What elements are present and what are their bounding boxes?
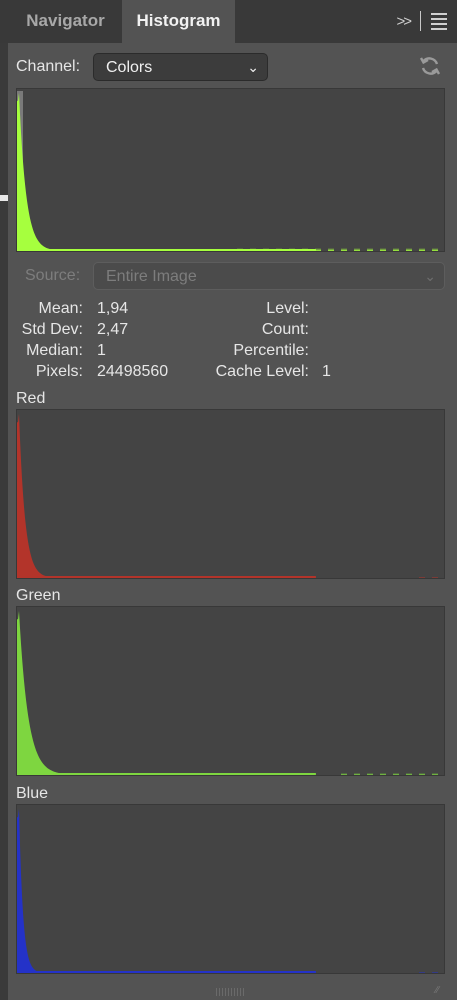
std-dev-label: Std Dev: bbox=[21, 321, 83, 338]
channel-label: Channel: bbox=[16, 58, 81, 75]
composite-histogram-plot bbox=[17, 91, 444, 251]
hist-red-area bbox=[17, 414, 444, 578]
red-channel-label: Red bbox=[16, 390, 46, 407]
red-histogram-plot bbox=[17, 414, 444, 578]
source-select: Entire Image ⌄ bbox=[93, 262, 445, 290]
percentile-label: Percentile: bbox=[233, 342, 309, 359]
panel-controls: >> bbox=[396, 10, 447, 32]
refresh-icon[interactable] bbox=[418, 54, 442, 78]
blue-histogram-plot bbox=[17, 809, 444, 973]
green-histogram bbox=[16, 606, 445, 776]
hist-red-baseline bbox=[17, 576, 316, 578]
blue-channel-label: Blue bbox=[16, 785, 49, 802]
panel-resize-grip[interactable]: ∕∕ bbox=[16, 983, 445, 1000]
median-value: 1 bbox=[97, 342, 106, 359]
source-select-value: Entire Image bbox=[106, 268, 197, 285]
red-histogram bbox=[16, 409, 445, 579]
resize-corner-icon[interactable]: ∕∕ bbox=[436, 985, 439, 996]
tab-histogram[interactable]: Histogram bbox=[122, 0, 235, 43]
hist-green-baseline bbox=[17, 773, 316, 775]
composite-histogram bbox=[16, 88, 445, 252]
count-label: Count: bbox=[261, 321, 309, 338]
mean-label: Mean: bbox=[38, 300, 83, 317]
cache-level-label: Cache Level: bbox=[215, 363, 309, 380]
hist-blue-baseline bbox=[17, 971, 316, 973]
tab-navigator[interactable]: Navigator bbox=[9, 0, 122, 43]
pixels-label: Pixels: bbox=[35, 363, 83, 380]
median-label: Median: bbox=[26, 342, 83, 359]
cache-level-value: 1 bbox=[322, 363, 331, 380]
level-label: Level: bbox=[266, 300, 309, 317]
blue-histogram bbox=[16, 804, 445, 974]
green-channel-label: Green bbox=[16, 587, 61, 604]
panel-left-edge bbox=[0, 43, 8, 1000]
channel-select-value: Colors bbox=[106, 59, 153, 76]
std-dev-value: 2,47 bbox=[97, 321, 129, 338]
hist-green-area bbox=[17, 611, 444, 775]
mean-value: 1,94 bbox=[97, 300, 129, 317]
collapse-panel-icon[interactable]: >> bbox=[396, 13, 411, 30]
panel-tab-bar: Navigator Histogram >> bbox=[0, 0, 457, 43]
green-histogram-plot bbox=[17, 611, 444, 775]
source-label: Source: bbox=[25, 267, 81, 284]
pixels-value: 24498560 bbox=[97, 363, 169, 380]
edge-marker bbox=[0, 195, 8, 201]
channel-select[interactable]: Colors ⌄ bbox=[93, 53, 268, 81]
grip-lines bbox=[216, 988, 244, 996]
hist-colors-area bbox=[17, 93, 444, 251]
chevron-down-icon: ⌄ bbox=[247, 59, 259, 75]
hist-blue-area bbox=[17, 809, 444, 973]
chevron-down-icon: ⌄ bbox=[424, 268, 436, 284]
toolbar-divider bbox=[420, 11, 421, 31]
hist-colors-baseline bbox=[17, 249, 316, 251]
panel-menu-icon[interactable] bbox=[431, 12, 447, 30]
